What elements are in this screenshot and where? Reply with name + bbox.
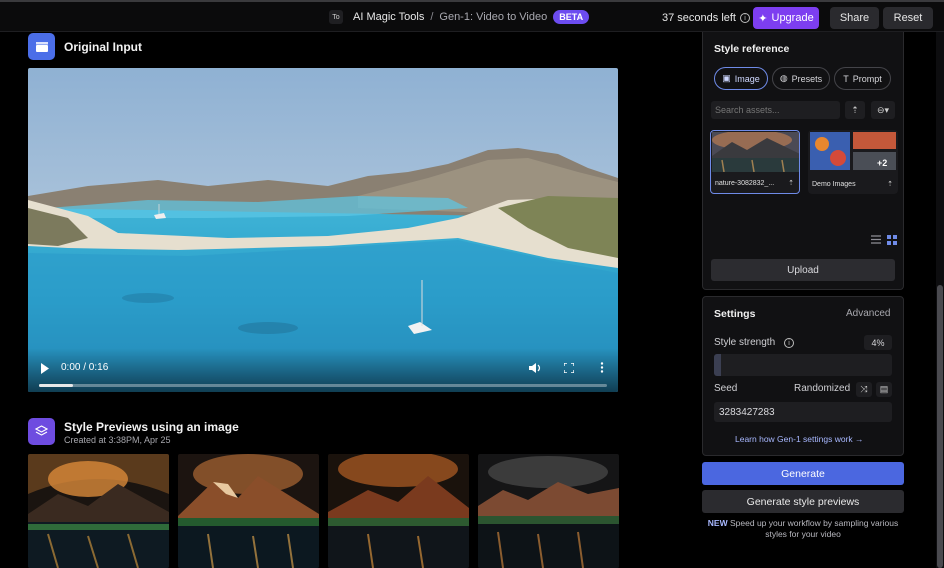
upgrade-button[interactable]: ✦ Upgrade [753, 7, 819, 29]
slider-fill [714, 354, 722, 376]
breadcrumb-separator: / [430, 11, 434, 23]
style-strength-slider[interactable] [714, 354, 892, 376]
seed-label: Seed [714, 383, 738, 394]
advanced-link[interactable]: Advanced [846, 308, 890, 319]
beta-badge: BETA [553, 10, 590, 24]
preview-thumbnail[interactable] [28, 454, 169, 568]
asset-thumbnail [712, 132, 799, 172]
previews-title: Style Previews using an image [64, 420, 239, 434]
filter-icon[interactable]: ⊖▾ [871, 101, 895, 119]
preview-thumbnails [28, 454, 619, 568]
asset-card-nature[interactable]: nature-3082832_... ⇡ [710, 130, 800, 194]
more-options-icon[interactable] [600, 362, 604, 373]
style-strength-label: Style strength [714, 337, 776, 348]
pin-icon[interactable]: ⇡ [788, 179, 794, 187]
previews-subtitle: Created at 3:38PM, Apr 25 [64, 435, 171, 445]
asset-caption: nature-3082832_... [715, 180, 775, 187]
time-left-text: 37 seconds left [662, 12, 736, 24]
volume-icon[interactable] [529, 362, 542, 374]
preview-thumbnail[interactable] [478, 454, 619, 568]
info-icon[interactable]: i [784, 338, 794, 348]
style-reference-title: Style reference [714, 43, 790, 55]
seed-mode: Randomized [794, 383, 851, 394]
pin-icon[interactable]: ⇡ [887, 180, 893, 188]
style-strength-value[interactable]: 4% [864, 335, 892, 350]
tab-image[interactable]: ▣ Image [714, 67, 768, 90]
tab-presets-label: Presets [791, 73, 823, 84]
learn-settings-text: Learn how Gen-1 settings work [735, 434, 853, 444]
new-badge: NEW [707, 518, 728, 528]
tab-prompt-label: Prompt [852, 73, 882, 84]
layers-icon [28, 418, 55, 445]
generate-style-previews-button[interactable]: Generate style previews [702, 490, 904, 513]
breadcrumb-root[interactable]: AI Magic Tools [353, 11, 424, 23]
scrollbar-thumb[interactable] [937, 285, 943, 568]
settings-title: Settings [714, 308, 756, 320]
note-text: Speed up your workflow by sampling vario… [727, 518, 899, 539]
sparkle-icon: ✦ [758, 12, 768, 25]
clapperboard-icon [28, 33, 55, 60]
extra-count: +2 [877, 158, 888, 168]
tab-presets[interactable]: ◍ Presets [772, 67, 830, 90]
pin-icon[interactable]: ⇡ [845, 101, 865, 119]
search-assets-input[interactable] [711, 101, 840, 119]
video-player[interactable] [28, 68, 618, 392]
asset-caption: Demo Images [812, 181, 856, 188]
original-input-title: Original Input [64, 40, 142, 54]
preview-thumbnail[interactable] [328, 454, 469, 568]
droplet-icon: ◍ [779, 73, 788, 83]
time-left: 37 seconds left i [662, 12, 750, 24]
breadcrumb-current: Gen-1: Video to Video [439, 11, 548, 23]
shuffle-icon[interactable]: ⤨ [856, 382, 872, 397]
video-progress-bar[interactable] [39, 384, 607, 387]
info-icon[interactable]: i [740, 13, 750, 23]
feature-note: NEW Speed up your workflow by sampling v… [702, 518, 904, 540]
reset-button[interactable]: Reset [883, 7, 933, 29]
settings-panel [702, 296, 904, 456]
text-icon: T [843, 73, 849, 84]
learn-settings-link[interactable]: Learn how Gen-1 settings work → [735, 434, 864, 444]
tab-image-label: Image [734, 73, 760, 84]
upload-button[interactable]: Upload [711, 259, 895, 281]
list-view-icon[interactable] [871, 235, 881, 244]
grid-view-icon[interactable] [887, 235, 897, 245]
play-icon[interactable] [40, 363, 50, 374]
fullscreen-icon[interactable] [564, 363, 574, 373]
top-bar: To AI Magic Tools / Gen-1: Video to Vide… [0, 0, 944, 32]
breadcrumb: To AI Magic Tools / Gen-1: Video to Vide… [329, 10, 590, 24]
generate-button[interactable]: Generate [702, 462, 904, 485]
save-seed-icon[interactable]: ▤ [876, 382, 892, 397]
arrow-right-icon: → [855, 434, 864, 444]
asset-card-demo-images[interactable]: +2 Demo Images ⇡ [808, 130, 898, 194]
upgrade-label: Upgrade [771, 12, 814, 24]
image-icon: ▣ [722, 73, 731, 83]
seed-input[interactable]: 3283427283 [714, 402, 892, 422]
video-time: 0:00 / 0:16 [61, 362, 109, 373]
workspace-avatar[interactable]: To [329, 10, 343, 24]
share-button[interactable]: Share [830, 7, 879, 29]
video-progress-fill [39, 384, 74, 387]
preview-thumbnail[interactable] [178, 454, 319, 568]
video-frame [28, 68, 618, 392]
tab-prompt[interactable]: T Prompt [834, 67, 891, 90]
